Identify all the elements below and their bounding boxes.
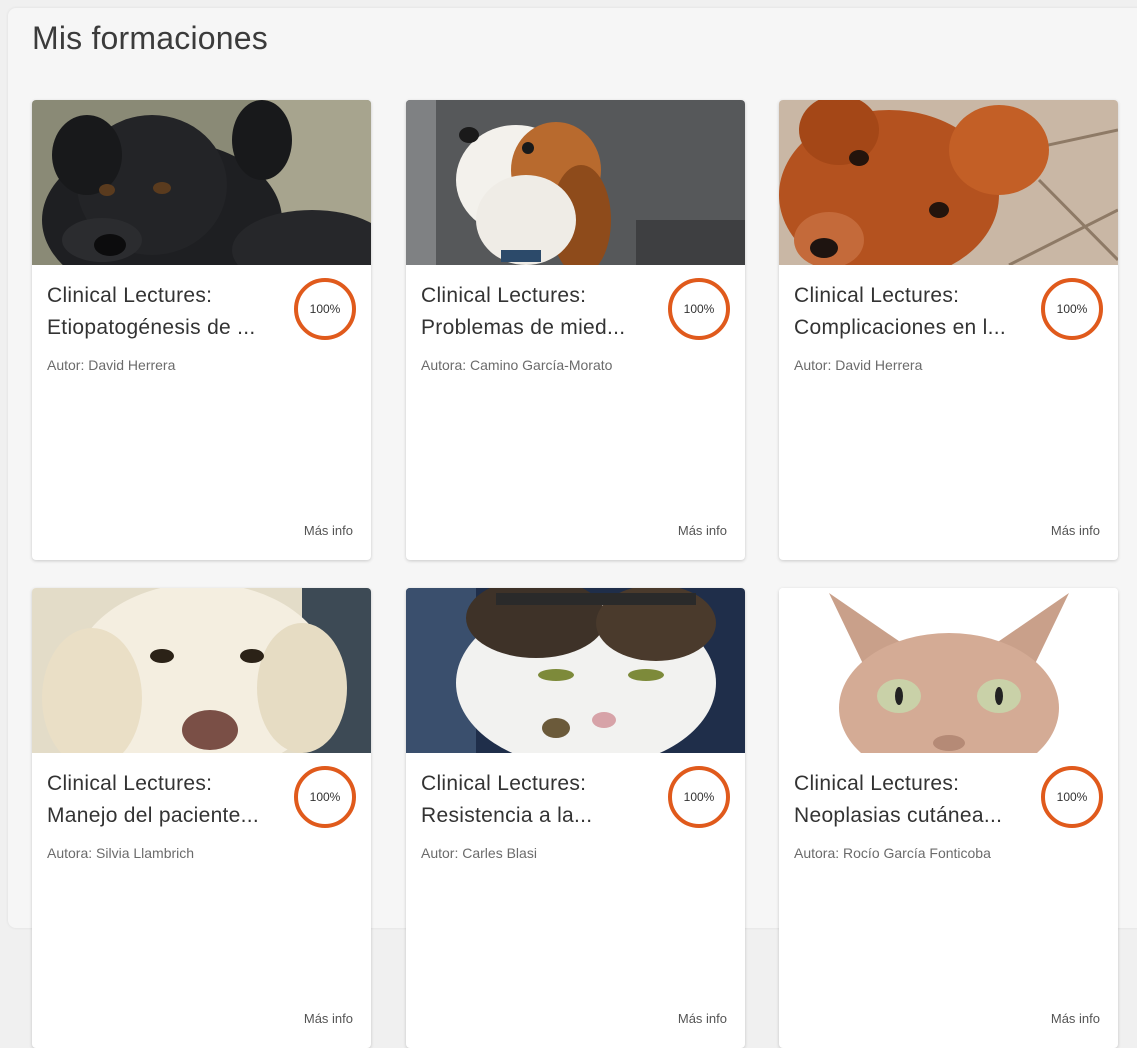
cat-photo (406, 588, 745, 753)
progress-badge: 100% (294, 766, 356, 828)
course-card[interactable]: Clinical Lectures: Etiopatogénesis de ..… (32, 100, 371, 560)
course-card[interactable]: Clinical Lectures: Neoplasias cutánea...… (779, 588, 1118, 1048)
black-dog-photo (32, 100, 371, 265)
more-info-link[interactable]: Más info (304, 523, 353, 538)
progress-badge: 100% (294, 278, 356, 340)
progress-badge: 100% (1041, 278, 1103, 340)
more-info-link[interactable]: Más info (1051, 523, 1100, 538)
course-author: Autor: David Herrera (794, 357, 923, 373)
course-title[interactable]: Clinical Lectures: Neoplasias cutánea... (794, 768, 1042, 832)
course-card[interactable]: Clinical Lectures: Problemas de mied... … (406, 100, 745, 560)
progress-badge: 100% (668, 766, 730, 828)
course-author: Autor: Carles Blasi (421, 845, 537, 861)
golden-retriever-photo (32, 588, 371, 753)
course-title[interactable]: Clinical Lectures: Problemas de mied... (421, 280, 669, 344)
course-title[interactable]: Clinical Lectures: Etiopatogénesis de ..… (47, 280, 295, 344)
course-card[interactable]: Clinical Lectures: Resistencia a la... 1… (406, 588, 745, 1048)
course-author: Autora: Silvia Llambrich (47, 845, 195, 861)
course-card[interactable]: Clinical Lectures: Complicaciones en l..… (779, 100, 1118, 560)
course-title[interactable]: Clinical Lectures: Manejo del paciente..… (47, 768, 295, 832)
progress-badge: 100% (668, 278, 730, 340)
course-author: Autora: Rocío García Fonticoba (794, 845, 991, 861)
course-title[interactable]: Clinical Lectures: Complicaciones en l..… (794, 280, 1042, 344)
course-author: Autora: Camino García-Morato (421, 357, 613, 373)
page-title: Mis formaciones (32, 20, 268, 56)
sphynx-cat-photo (779, 588, 1118, 753)
more-info-link[interactable]: Más info (304, 1011, 353, 1026)
beagle-photo (406, 100, 745, 265)
more-info-link[interactable]: Más info (1051, 1011, 1100, 1026)
more-info-link[interactable]: Más info (678, 1011, 727, 1026)
red-dog-photo (779, 100, 1118, 265)
course-author: Autor: David Herrera (47, 357, 176, 373)
course-title[interactable]: Clinical Lectures: Resistencia a la... (421, 768, 669, 832)
more-info-link[interactable]: Más info (678, 523, 727, 538)
progress-badge: 100% (1041, 766, 1103, 828)
course-card[interactable]: Clinical Lectures: Manejo del paciente..… (32, 588, 371, 1048)
